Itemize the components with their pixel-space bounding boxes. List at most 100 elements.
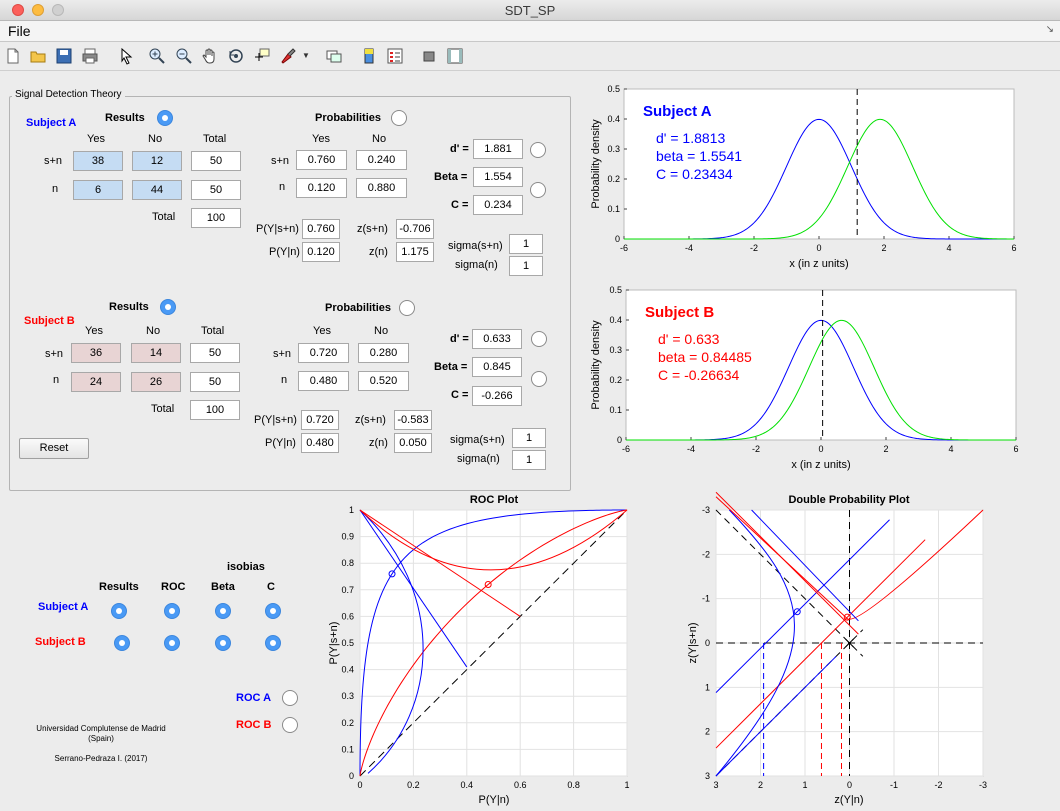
a-sigma-n-input[interactable]: 1 [509,256,543,276]
dpp-x-tick-label: 0 [847,780,852,790]
b-sn-yes-input[interactable]: 36 [71,343,121,363]
results-radio-b[interactable] [160,299,176,315]
b-zn: 0.050 [394,433,432,453]
roc-x-tick-label: 0.6 [514,780,527,790]
dpp-ylabel: z(Y|s+n) [687,622,699,663]
total-header-a: Total [203,133,227,145]
a-sn-yes-input[interactable]: 38 [73,151,123,171]
data-cursor-icon[interactable] [253,47,271,65]
brush-dropdown-icon[interactable]: ▼ [302,51,310,60]
y-tick-label: 0.3 [609,345,622,355]
isobias-b-beta-radio[interactable] [215,635,231,651]
dprime-label-b: d' = [450,333,469,345]
criterion-radio-b[interactable] [531,371,547,387]
y-tick-label: 0.4 [607,114,620,124]
pointer-icon[interactable] [117,47,135,65]
pan-hand-icon[interactable] [201,47,219,65]
roc-x-tick-label: 0.2 [407,780,420,790]
x-tick-label: 0 [816,243,821,253]
roc-plot[interactable]: ROC Plot 0 0.2 0.4 0.6 0.8 1 0 0.1 0.2 0.3 0.4 0.5 0… [325,490,640,810]
dprime-radio-a[interactable] [530,142,546,158]
prob-yes-header-b: Yes [313,325,331,337]
isobias-a-beta-radio[interactable] [215,603,231,619]
a-sigma-sn-input[interactable]: 1 [509,234,543,254]
dpp-x-tick-label: 1 [802,780,807,790]
criterion-radio-a[interactable] [530,182,546,198]
dpp-xlabel: z(Y|n) [834,794,863,806]
colorbar-icon[interactable] [360,47,378,65]
x-tick-label: 2 [881,243,886,253]
isobias-a-roc-radio[interactable] [164,603,180,619]
roc-y-tick-label: 0.6 [341,611,354,621]
roc-y-tick-label: 0.4 [341,665,354,675]
sigma-n-label-b: sigma(n) [457,453,500,465]
beta-label-a: Beta = [434,171,468,183]
a-prob-sn-yes: 0.760 [296,150,347,170]
isobias-b-roc-radio[interactable] [164,635,180,651]
b-zsn: -0.583 [394,410,432,430]
x-tick-label: 0 [818,444,823,454]
roc-x-tick-label: 1 [624,780,629,790]
save-icon[interactable] [55,47,73,65]
isobias-b-results-radio[interactable] [114,635,130,651]
a-n-yes-input[interactable]: 6 [73,180,123,200]
x-tick-label: 2 [883,444,888,454]
subject-b-label: Subject B [24,315,75,327]
density-plot-b[interactable]: -6 -4 -2 0 2 4 6 0 0.1 0.2 0.3 0.4 0.5 Subject B d' … [585,283,1025,473]
legend-icon[interactable] [386,47,404,65]
rotate-3d-icon[interactable] [227,47,245,65]
dpp-y-tick-label: 0 [705,638,710,648]
x-tick-label: -2 [750,243,758,253]
probabilities-radio-a[interactable] [391,110,407,126]
probabilities-radio-b[interactable] [399,300,415,316]
x-tick-label: 4 [946,243,951,253]
zoom-out-icon[interactable] [175,47,193,65]
credits-line2: (Spain) [88,734,114,743]
n-row-label-a: n [52,183,59,195]
hide-plot-tools-icon[interactable] [420,47,438,65]
link-plot-icon[interactable] [325,47,343,65]
menu-arrow-icon[interactable]: ↘ [1046,24,1054,35]
x-tick-label: -6 [620,243,628,253]
b-pyn: 0.480 [301,433,339,453]
isobias-title: isobias [227,561,265,573]
sn-row-label-b: s+n [45,348,64,360]
open-folder-icon[interactable] [29,47,47,65]
isobias-a-results-radio[interactable] [111,603,127,619]
no-header-a: No [148,133,163,145]
plot-a-annotation-c: C = 0.23434 [656,166,733,182]
zoom-in-icon[interactable] [148,47,166,65]
isobias-b-c-radio[interactable] [265,635,281,651]
roc-b-radio[interactable] [282,717,298,733]
plot-a-xlabel: x (in z units) [789,258,848,270]
brush-icon[interactable] [279,47,297,65]
print-icon[interactable] [81,47,99,65]
a-n-no-input[interactable]: 44 [132,180,182,200]
isobias-a-c-radio[interactable] [265,603,281,619]
no-header-b: No [146,325,161,337]
reset-button[interactable]: Reset [19,438,89,459]
b-sigma-sn-input[interactable]: 1 [512,428,546,448]
menu-file[interactable]: File [8,23,31,39]
plot-a-ylabel: Probability density [590,119,602,209]
density-plot-a[interactable]: -6 -4 -2 0 2 4 6 0 0.1 0.2 0.3 0.4 0.5 Subject A d' … [585,82,1025,272]
dprime-radio-b[interactable] [531,331,547,347]
b-n-yes-input[interactable]: 24 [71,372,121,392]
pyn-label-a: P(Y|n) [269,246,300,258]
new-file-icon[interactable] [4,47,22,65]
double-probability-plot[interactable]: Double Probability Plot 3 2 1 0 -1 -2 -3 -3 -2 -1… [685,490,1000,810]
roc-a-radio[interactable] [282,690,298,706]
b-n-no-input[interactable]: 26 [131,372,181,392]
prob-no-header-a: No [372,133,387,145]
pyn-label-b: P(Y|n) [265,437,296,449]
zn-label-b: z(n) [369,437,388,449]
plot-a-title: Subject A [643,103,712,120]
a-beta: 1.554 [473,167,523,187]
zn-label-a: z(n) [369,246,388,258]
a-sn-no-input[interactable]: 12 [132,151,182,171]
b-sigma-n-input[interactable]: 1 [512,450,546,470]
b-sn-no-input[interactable]: 14 [131,343,181,363]
results-radio-a[interactable] [157,110,173,126]
show-plot-tools-icon[interactable] [446,47,464,65]
pysn-label-a: P(Y|s+n) [256,223,299,235]
